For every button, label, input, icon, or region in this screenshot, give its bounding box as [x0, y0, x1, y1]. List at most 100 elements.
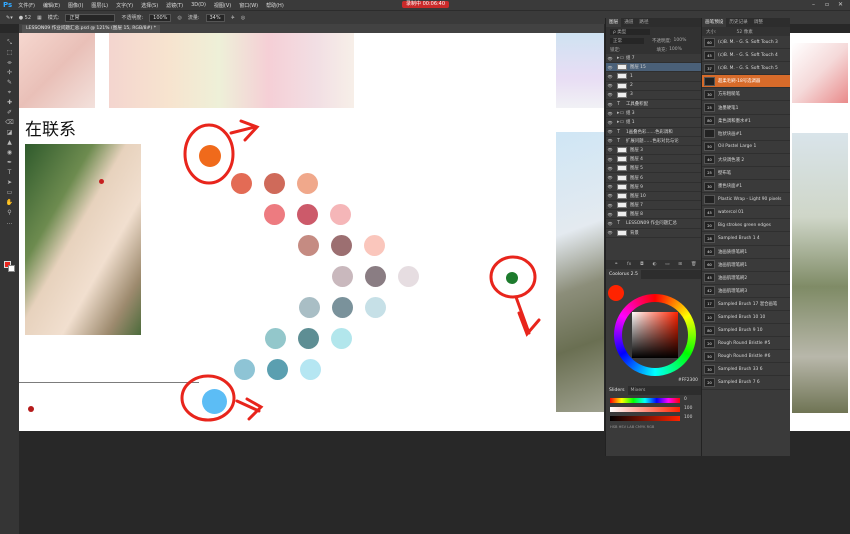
eye-icon[interactable]: 👁 — [606, 221, 614, 226]
brush-size-preview[interactable]: ● 52 — [19, 15, 31, 21]
brush-tab-0[interactable]: 画笔预设 — [702, 18, 727, 27]
airbrush-icon[interactable]: ✈ — [231, 15, 235, 21]
tool-14-icon[interactable]: ➤ — [5, 179, 14, 187]
tool-3-icon[interactable]: ✢ — [5, 69, 14, 77]
layer-row[interactable]: 👁 图层 8 — [606, 210, 701, 220]
tool-18-icon[interactable]: … — [5, 219, 14, 227]
flow-field[interactable]: 34% — [205, 13, 225, 22]
tool-9-icon[interactable]: ◪ — [5, 129, 14, 137]
tool-2-icon[interactable]: ⌯ — [5, 59, 14, 67]
layer-row[interactable]: 👁 图层 4 — [606, 155, 701, 165]
menu-item-4[interactable]: 文字(Y) — [116, 2, 133, 9]
tool-4-icon[interactable]: ✎ — [5, 79, 14, 87]
brush-preset-row[interactable]: 45 (c)B. M. - G. S. Soft Touch 4 — [702, 49, 790, 63]
layer-row[interactable]: 👁 ▸▭ 组 1 — [606, 118, 701, 128]
fx-icon[interactable]: fx — [627, 262, 631, 267]
link-icon[interactable]: ⚭ — [614, 262, 618, 267]
menu-item-3[interactable]: 图层(L) — [91, 2, 108, 9]
saturation-value[interactable]: 100 — [684, 406, 692, 411]
saturation-slider[interactable] — [610, 407, 680, 412]
layer-kind-filter[interactable]: ρ 类型 — [610, 28, 650, 35]
menu-item-9[interactable]: 窗口(W) — [239, 2, 258, 9]
current-color-swatch[interactable] — [608, 285, 624, 301]
coolorus-tab[interactable]: Coolorus 2.5 — [606, 270, 641, 279]
layers-tab-0[interactable]: 图层 — [606, 18, 622, 27]
brush-preset-row[interactable]: 30 墨色块面#1 — [702, 180, 790, 194]
layers-tab-1[interactable]: 通道 — [621, 18, 636, 27]
brush-preset-row[interactable]: Plastic Wrap - Light 90 pixels — [702, 193, 790, 207]
brush-preset-row[interactable]: 40 大块调色液 2 — [702, 154, 790, 167]
tool-6-icon[interactable]: ✚ — [5, 99, 14, 107]
brush-preset-row[interactable]: 30 Sampled Brush 33 6 — [702, 363, 790, 377]
layer-row[interactable]: 👁 图层 3 — [606, 146, 701, 156]
eye-icon[interactable]: 👁 — [606, 230, 614, 235]
tool-5-icon[interactable]: ⌖ — [5, 89, 14, 97]
tool-10-icon[interactable]: ▲ — [5, 139, 14, 147]
eye-icon[interactable]: 👁 — [606, 147, 614, 152]
layer-row[interactable]: 👁 T 1画叠色彩……色彩调和 — [606, 128, 701, 137]
menu-item-10[interactable]: 帮助(H) — [266, 2, 284, 9]
tool-16-icon[interactable]: ✋ — [5, 199, 14, 207]
eye-icon[interactable]: 👁 — [606, 212, 614, 217]
eye-icon[interactable]: 👁 — [606, 184, 614, 189]
eye-icon[interactable]: 👁 — [606, 157, 614, 162]
maximize-icon[interactable]: ▫ — [825, 1, 829, 8]
brush-preset-row[interactable]: 超柔毛刷-18号选调器 — [702, 75, 790, 89]
canvas[interactable]: 在联系 — [19, 33, 604, 431]
layer-row[interactable]: 👁 T LESSON09 作业问题汇总 — [606, 219, 701, 229]
tool-0-icon[interactable]: ⤡ — [5, 39, 14, 47]
brightness-slider[interactable] — [610, 416, 680, 421]
layer-row[interactable]: 👁 图层 15 — [606, 63, 701, 73]
eye-icon[interactable]: 👁 — [606, 120, 614, 125]
layer-row[interactable]: 👁 图层 10 — [606, 192, 701, 201]
eye-icon[interactable]: 👁 — [606, 138, 614, 143]
brush-preset-row[interactable]: 50 Oil Pastel Large 1 — [702, 141, 790, 154]
brush-tab-2[interactable]: 调整 — [751, 18, 766, 27]
mode-select[interactable]: 正常 — [65, 13, 116, 22]
pressure-opacity-icon[interactable]: ◎ — [177, 15, 181, 21]
brush-tab-1[interactable]: 历史记录 — [726, 18, 750, 27]
eye-icon[interactable]: 👁 — [606, 92, 614, 97]
layer-row[interactable]: 👁 ▸▭ 组 3 — [606, 109, 701, 119]
brush-preset-row[interactable]: 42 油画肌理笔刷3 — [702, 285, 790, 298]
layer-row[interactable]: 👁 T 工具叠积配 — [606, 100, 701, 110]
layer-row[interactable]: 👁 ▸▭ 组 7 — [606, 54, 701, 64]
tool-1-icon[interactable]: ⬚ — [5, 49, 14, 57]
saturation-brightness-square[interactable] — [632, 312, 678, 358]
brush-panel-toggle-icon[interactable]: ▦ — [37, 15, 42, 21]
menu-item-2[interactable]: 图像(I) — [68, 2, 83, 9]
layer-opacity-field[interactable]: 100% — [674, 38, 687, 43]
brush-preset-row[interactable]: 28 Sampled Brush 1 4 — [702, 232, 790, 246]
hex-value[interactable]: #FF2300 — [678, 378, 698, 383]
layer-row[interactable]: 👁 1 — [606, 72, 701, 82]
recording-badge[interactable]: 录制中 00:06:40 — [402, 1, 450, 8]
eye-icon[interactable]: 👁 — [606, 56, 614, 61]
eye-icon[interactable]: 👁 — [606, 129, 614, 134]
minimize-icon[interactable]: – — [812, 1, 815, 8]
eye-icon[interactable]: 👁 — [606, 203, 614, 208]
brush-preset-row[interactable]: 80 柔色调和墨水#1 — [702, 115, 790, 128]
brush-preset-row[interactable]: 20 Sampled Brush 7 6 — [702, 376, 790, 390]
close-icon[interactable]: ✕ — [838, 1, 843, 8]
brush-size-field[interactable]: 52 像素 — [737, 29, 753, 35]
menu-item-5[interactable]: 选择(S) — [141, 2, 158, 9]
eye-icon[interactable]: 👁 — [606, 65, 614, 70]
tool-11-icon[interactable]: ◉ — [5, 149, 14, 157]
brush-preset-row[interactable]: 17 Sampled Brush 17 混合画笔 — [702, 298, 790, 311]
mixers-tab[interactable]: Mixers — [628, 386, 649, 395]
eye-icon[interactable]: 👁 — [606, 166, 614, 171]
eye-icon[interactable]: 👁 — [606, 193, 614, 198]
brush-preset-row[interactable]: 25 油墨硬笔1 — [702, 101, 790, 115]
menu-item-1[interactable]: 编辑(E) — [43, 2, 60, 9]
brush-preset-row[interactable]: 60 油画肌理笔刷1 — [702, 259, 790, 272]
menu-item-0[interactable]: 文件(F) — [18, 2, 35, 9]
brush-preset-row[interactable]: 20 Big strokes green edges — [702, 219, 790, 233]
eye-icon[interactable]: 👁 — [606, 175, 614, 180]
brush-preset-row[interactable]: 80 Sampled Brush 9 10 — [702, 324, 790, 338]
folder-icon[interactable]: ▭ — [665, 262, 669, 267]
background-color-swatch[interactable] — [8, 265, 15, 272]
brush-preset-row[interactable]: 粒状块画#1 — [702, 128, 790, 141]
brush-preset-row[interactable]: 50 Rough Round Bristle #6 — [702, 350, 790, 364]
layer-row[interactable]: 👁 图层 7 — [606, 201, 701, 211]
layer-row[interactable]: 👁 图层 9 — [606, 183, 701, 192]
